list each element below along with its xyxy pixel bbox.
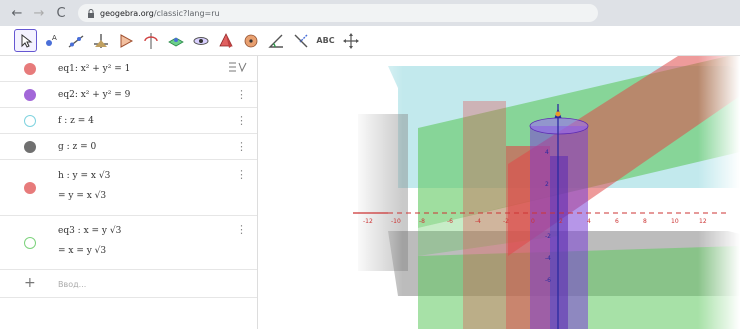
graphics-3d-view[interactable]: -12 -10 -8 -6 -4 -2 0 2 4 6 8 10 12 4 2 -2 -4 -6 (258, 56, 740, 329)
line-icon (68, 34, 83, 48)
algebra-item-expression: f : z = 4 (58, 116, 94, 126)
translate-view-tool[interactable] (339, 29, 362, 52)
z-tick-label: 2 (545, 181, 549, 188)
algebra-input[interactable]: Ввод... (58, 280, 86, 289)
z-tick-label: -2 (545, 233, 551, 240)
algebra-item-expression: g : z = 0 (58, 142, 97, 152)
algebra-input-row[interactable]: + Ввод... (0, 270, 257, 298)
y-tick-label: -12 (363, 218, 373, 225)
eye-icon (193, 36, 208, 45)
cylinder-eq1 (550, 156, 568, 329)
point-tool[interactable]: A (39, 29, 62, 52)
pyramid-tool[interactable] (214, 29, 237, 52)
y-tick-label: -8 (419, 218, 425, 225)
reload-icon: C (56, 5, 66, 21)
reflect-icon (143, 32, 158, 49)
browser-toolbar: ← → C geogebra.org/classic?lang=ru (0, 0, 740, 26)
algebra-item-eq1[interactable]: eq1: x² + y² = 1 (0, 56, 257, 82)
visibility-toggle-dot[interactable] (24, 115, 36, 127)
y-tick-label: 6 (615, 218, 619, 225)
more-options-icon[interactable]: ⋮ (236, 114, 247, 127)
plane-tool[interactable] (164, 29, 187, 52)
origin-marker (555, 111, 561, 117)
y-tick-label: 12 (699, 218, 707, 225)
forward-button[interactable]: → (28, 3, 50, 23)
url-host: geogebra.org (100, 8, 154, 18)
rotate-view-tool[interactable] (189, 29, 212, 52)
point-icon: A (45, 34, 57, 46)
z-tick-label: -4 (545, 255, 551, 262)
y-tick-label: 2 (559, 218, 563, 225)
mirror-line-icon (294, 34, 307, 47)
geogebra-toolbar: A ABC (0, 26, 740, 56)
visibility-toggle-dot[interactable] (24, 182, 36, 194)
y-tick-label: 10 (671, 218, 679, 225)
cursor-arrow-icon (21, 33, 32, 48)
plane-icon (167, 37, 184, 46)
cylinder-eq2-top (529, 117, 589, 135)
y-tick-label: -2 (503, 218, 509, 225)
y-tick-label: 0 (531, 218, 535, 225)
y-tick-label: -4 (475, 218, 481, 225)
polygon-tool[interactable] (114, 29, 137, 52)
y-tick-label: 4 (587, 218, 591, 225)
algebra-item-value: = y = x √3 (58, 191, 107, 201)
pyramid-icon (218, 32, 233, 48)
perpendicular-tool[interactable] (89, 29, 112, 52)
reflect-tool[interactable] (139, 29, 162, 52)
algebra-item-f[interactable]: f : z = 4 ⋮ (0, 108, 257, 134)
algebra-item-expression: eq3 : x = y √3 (58, 226, 122, 236)
visibility-toggle-dot[interactable] (24, 63, 36, 75)
algebra-view: eq1: x² + y² = 1 eq2: x² + y² = 9 ⋮ f : … (0, 56, 258, 329)
algebra-item-eq2[interactable]: eq2: x² + y² = 9 ⋮ (0, 82, 257, 108)
algebra-item-value: = x = y √3 (58, 246, 107, 256)
visibility-toggle-dot[interactable] (24, 141, 36, 153)
svg-text:A: A (52, 34, 57, 42)
reload-button[interactable]: C (50, 3, 72, 23)
visibility-toggle-dot[interactable] (24, 89, 36, 101)
arrow-right-icon: → (33, 5, 45, 21)
y-tick-label: -10 (391, 218, 401, 225)
back-button[interactable]: ← (6, 3, 28, 23)
lock-icon (86, 8, 96, 18)
angle-icon (267, 34, 283, 48)
more-options-icon[interactable]: ⋮ (236, 223, 247, 236)
sphere-tool[interactable] (239, 29, 262, 52)
arrow-left-icon: ← (11, 5, 23, 21)
more-options-icon[interactable]: ⋮ (236, 140, 247, 153)
algebra-item-expression: h : y = x √3 (58, 171, 111, 181)
plus-icon[interactable]: + (24, 275, 36, 291)
z-tick-label: 4 (545, 149, 549, 156)
visibility-toggle-dot[interactable] (24, 237, 36, 249)
url-path: /classic?lang=ru (153, 8, 220, 18)
perpendicular-icon (93, 33, 108, 48)
plane-h-vertical-2 (463, 101, 506, 329)
y-tick-label: 8 (643, 218, 647, 225)
angle-tool[interactable] (264, 29, 287, 52)
move-view-icon (342, 32, 359, 49)
more-options-icon[interactable]: ⋮ (236, 168, 247, 181)
algebra-item-eq3[interactable]: eq3 : x = y √3 = x = y √3 ⋮ (0, 216, 257, 270)
line-tool[interactable] (64, 29, 87, 52)
scene-3d[interactable]: -12 -10 -8 -6 -4 -2 0 2 4 6 8 10 12 4 2 -2 -4 -6 (258, 56, 740, 329)
more-options-icon[interactable]: ⋮ (236, 88, 247, 101)
algebra-item-expression: eq2: x² + y² = 9 (58, 90, 131, 100)
algebra-item-h[interactable]: h : y = x √3 = y = x √3 ⋮ (0, 160, 257, 216)
polygon-icon (120, 33, 133, 48)
y-tick-label: -6 (447, 218, 453, 225)
algebra-item-g[interactable]: g : z = 0 ⋮ (0, 134, 257, 160)
text-abc-icon: ABC (316, 36, 335, 45)
reflect-about-line-tool[interactable] (289, 29, 312, 52)
address-bar[interactable]: geogebra.org/classic?lang=ru (78, 4, 598, 22)
move-tool[interactable] (14, 29, 37, 52)
algebra-item-expression: eq1: x² + y² = 1 (58, 64, 131, 74)
text-tool[interactable]: ABC (314, 29, 337, 52)
sphere-icon (244, 34, 257, 47)
z-tick-label: -6 (545, 277, 551, 284)
